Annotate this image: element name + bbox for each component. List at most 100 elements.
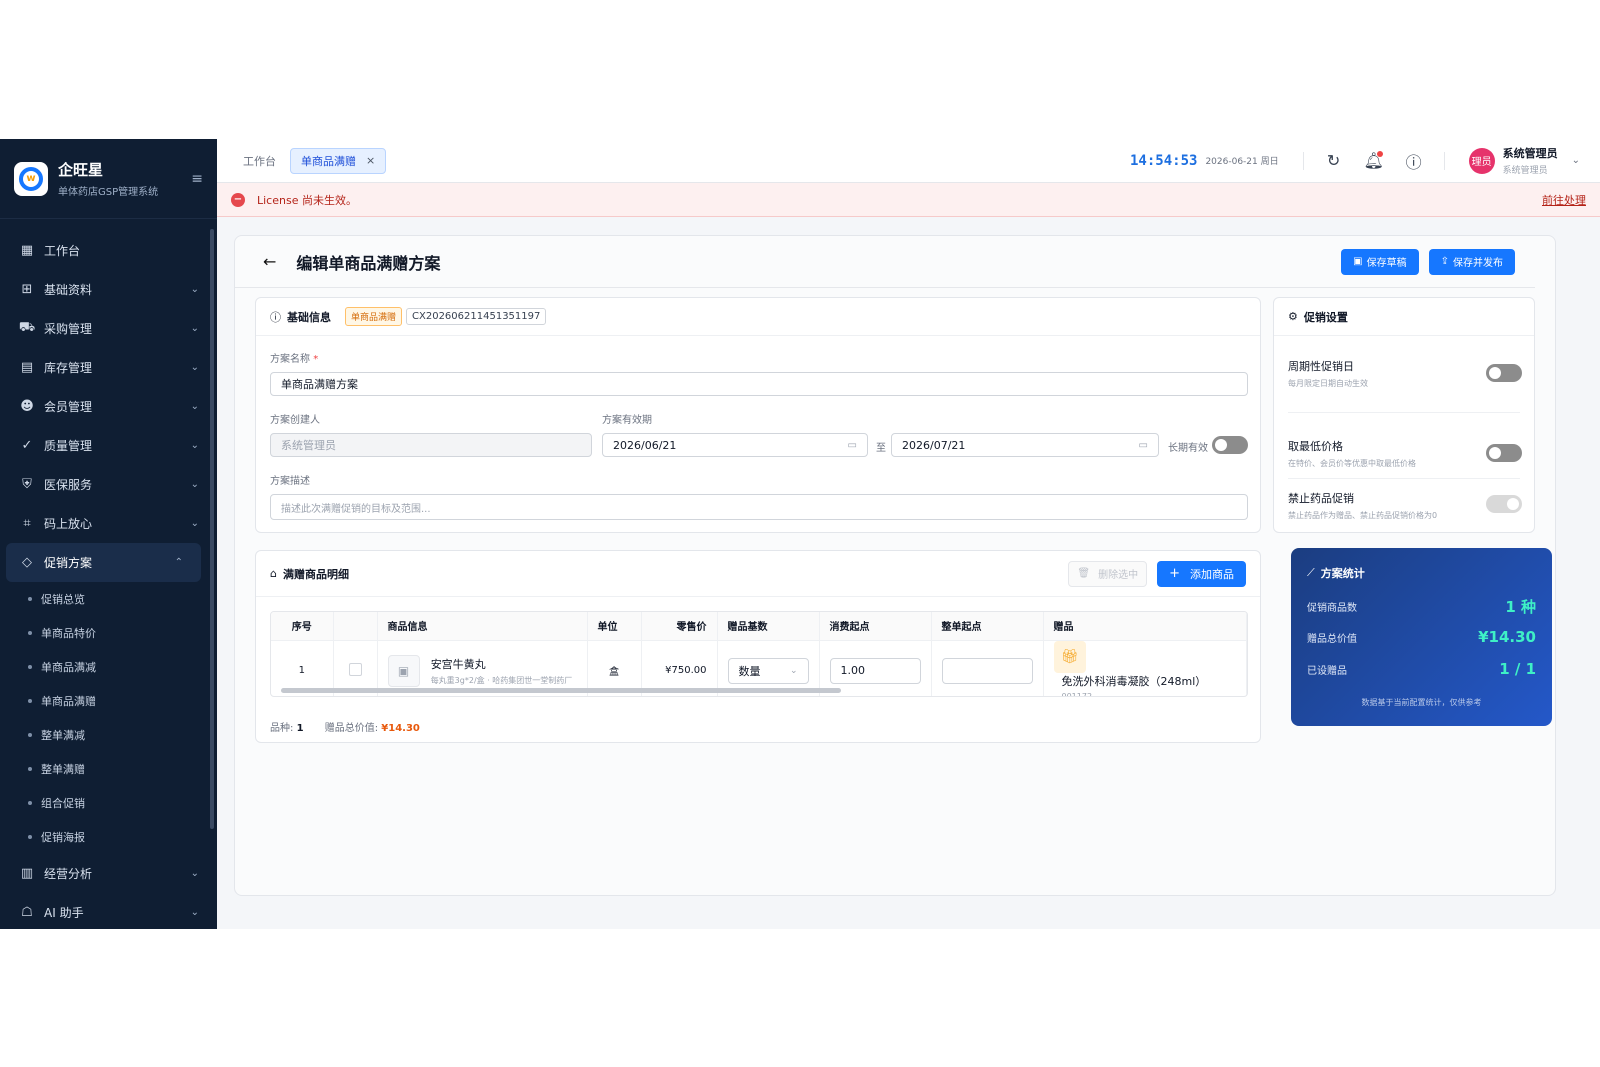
page-title: 编辑单商品满赠方案 xyxy=(296,253,441,273)
gift-icon: 🎁︎ xyxy=(1053,640,1086,673)
calendar-icon: ▭ xyxy=(1138,439,1148,451)
sidebar-subitem-single-discount[interactable]: 单商品满减 xyxy=(0,650,217,684)
calendar-icon: ▭ xyxy=(847,439,857,451)
table-horizontal-scrollbar[interactable] xyxy=(281,688,841,693)
sidebar-item-label: 促销方案 xyxy=(44,556,93,570)
sidebar-item-purchase[interactable]: ⛟ 采购管理 ⌄ xyxy=(0,309,217,348)
sidebar-subitem-order-gift[interactable]: 整单满赠 xyxy=(0,752,217,786)
items-table-wrapper: 序号 商品信息 单位 零售价 赠品基数 消费起点 整单起点 赠品 1 ▣ 安宫牛… xyxy=(270,611,1248,697)
sidebar-subitem-single-special[interactable]: 单商品特价 xyxy=(0,616,217,650)
product-name: 安宫牛黄丸 xyxy=(430,657,486,671)
basic-info-header: ⓘ 基础信息 单商品满赠 CX202606211451351197 xyxy=(256,298,1260,336)
sidebar-item-label: 库存管理 xyxy=(44,361,93,375)
add-product-button[interactable]: + 添加商品 xyxy=(1157,560,1246,587)
close-icon[interactable]: × xyxy=(366,154,375,167)
sidebar-subitem-poster[interactable]: 促销海报 xyxy=(0,820,217,854)
chevron-down-icon: ⌄ xyxy=(190,479,199,490)
chevron-down-icon: ⌄ xyxy=(789,665,798,676)
col-price: 零售价 xyxy=(641,612,718,641)
end-date-input[interactable]: 2026/07/21 ▭ xyxy=(891,433,1159,457)
sidebar-item-dashboard[interactable]: ▦ 工作台 xyxy=(0,231,217,270)
delete-selected-button: 🗑︎ 删除选中 xyxy=(1068,560,1148,587)
chevron-down-icon: ⌄ xyxy=(190,907,199,918)
stat-label: 已设赠品 xyxy=(1307,665,1347,677)
sidebar-item-insurance[interactable]: ⛨ 医保服务 ⌄ xyxy=(0,465,217,504)
stat-value: 1 / 1 xyxy=(1499,660,1536,678)
sidebar-subitem-overview[interactable]: 促销总览 xyxy=(0,582,217,616)
chevron-down-icon: ⌄ xyxy=(190,518,199,529)
settings-title: 促销设置 xyxy=(1303,310,1348,324)
stat-value: ¥14.30 xyxy=(1478,628,1536,646)
col-base: 赠品基数 xyxy=(717,612,820,641)
sidebar-scrollbar[interactable] xyxy=(210,229,214,829)
description-label: 方案描述 xyxy=(270,476,310,487)
col-threshold: 消费起点 xyxy=(819,612,932,641)
menu-collapse-icon[interactable]: ≡ xyxy=(191,171,203,187)
periodic-toggle[interactable] xyxy=(1486,364,1522,382)
gift-base-value: 数量 xyxy=(738,664,761,678)
trash-icon: 🗑︎ xyxy=(1077,568,1091,579)
chevron-down-icon[interactable]: ⌄ xyxy=(1572,155,1580,166)
sidebar-nav: ▦ 工作台 ⊞ 基础资料 ⌄ ⛟ 采购管理 ⌄ ▤ 库存管理 ⌄ ☻ 会员管理 xyxy=(0,219,217,932)
save-draft-button[interactable]: ▣ 保存草稿 xyxy=(1341,248,1419,275)
validity-label: 方案有效期 xyxy=(602,415,652,426)
plan-stats-card: ⟋ 方案统计 促销商品数 1 种 赠品总价值 ¥14.30 已设赠品 1 / 1… xyxy=(1291,548,1552,726)
tag-icon: ◇ xyxy=(22,555,32,570)
sidebar-subitem-combo[interactable]: 组合促销 xyxy=(0,786,217,820)
save-publish-button[interactable]: ⇪ 保存并发布 xyxy=(1428,248,1515,275)
start-date-input[interactable]: 2026/06/21 ▭ xyxy=(602,433,868,457)
chevron-down-icon: ⌄ xyxy=(190,440,199,451)
stat-label: 促销商品数 xyxy=(1307,603,1357,614)
chevron-down-icon: ⌄ xyxy=(190,401,199,412)
sidebar-item-trace-code[interactable]: ⌗ 码上放心 ⌄ xyxy=(0,504,217,543)
lowest-price-toggle[interactable] xyxy=(1486,444,1522,462)
tab-single-gift[interactable]: 单商品满赠 × xyxy=(290,147,387,174)
gift-base-select[interactable]: 数量 ⌄ xyxy=(727,657,809,684)
trend-icon: ⟋ xyxy=(1307,566,1315,579)
avatar[interactable]: 理员 xyxy=(1468,147,1495,174)
gift-name: 免洗外科消毒凝胶（248ml） xyxy=(1061,674,1207,688)
bell-icon[interactable]: 🔔︎ xyxy=(1362,149,1386,173)
setting-desc: 在特价、会员价等优惠中取最低价格 xyxy=(1288,459,1416,468)
gift-box-icon: ⌂ xyxy=(270,567,277,580)
sidebar-item-label: 经营分析 xyxy=(44,867,93,881)
refresh-icon[interactable]: ↻ xyxy=(1322,149,1346,173)
add-product-label: 添加商品 xyxy=(1190,567,1234,581)
items-title: 满赠商品明细 xyxy=(282,567,349,581)
setting-desc: 每月限定日期自动生效 xyxy=(1288,379,1368,388)
sidebar-item-members[interactable]: ☻ 会员管理 ⌄ xyxy=(0,387,217,426)
box-icon: ▤ xyxy=(20,360,34,375)
shield-icon: ⛨ xyxy=(22,477,32,492)
long-term-toggle[interactable] xyxy=(1212,436,1248,454)
table-header-row: 序号 商品信息 单位 零售价 赠品基数 消费起点 整单起点 赠品 xyxy=(271,612,1247,641)
col-order-threshold: 整单起点 xyxy=(931,612,1044,641)
gift-total-value: ¥14.30 xyxy=(381,723,420,734)
setting-desc: 禁止药品作为赠品、禁止药品促销价格为0 xyxy=(1288,511,1438,520)
description-textarea[interactable]: 描述此次满赠促销的目标及范围... xyxy=(270,494,1248,520)
order-threshold-input[interactable] xyxy=(941,657,1033,684)
sidebar-item-analytics[interactable]: ▥ 经营分析 ⌄ xyxy=(0,854,217,893)
sidebar-item-basic-data[interactable]: ⊞ 基础资料 ⌄ xyxy=(0,270,217,309)
sidebar-item-label: 采购管理 xyxy=(44,322,93,336)
sidebar-subitem-single-gift[interactable]: 单商品满赠 xyxy=(0,684,217,718)
sidebar-subitem-label: 组合促销 xyxy=(41,797,85,810)
sidebar-item-promotion[interactable]: ◇ 促销方案 ⌃ xyxy=(6,543,201,582)
check-circle-icon: ✓ xyxy=(21,438,33,453)
back-arrow-icon[interactable]: ← xyxy=(263,252,276,271)
sidebar-item-quality[interactable]: ✓ 质量管理 ⌄ xyxy=(0,426,217,465)
sidebar-item-ai[interactable]: ☖ AI 助手 ⌄ xyxy=(0,893,217,932)
user-name: 系统管理员 xyxy=(1502,147,1558,160)
sidebar-item-label: AI 助手 xyxy=(44,906,84,920)
plan-name-input[interactable]: 单商品满赠方案 xyxy=(270,372,1248,396)
save-icon: ▣ xyxy=(1353,256,1363,267)
user-info[interactable]: 系统管理员 系统管理员 xyxy=(1503,145,1558,176)
tab-dashboard[interactable]: 工作台 xyxy=(243,153,276,169)
row-checkbox[interactable] xyxy=(348,662,362,676)
license-action-link[interactable]: 前往处理 xyxy=(1542,192,1586,208)
sidebar-subitem-order-discount[interactable]: 整单满减 xyxy=(0,718,217,752)
help-icon[interactable]: ⓘ xyxy=(1402,149,1426,173)
sidebar-subitem-label: 单商品满减 xyxy=(41,661,96,674)
gift-total-label: 赠品总价值: xyxy=(324,723,379,734)
sidebar-item-inventory[interactable]: ▤ 库存管理 ⌄ xyxy=(0,348,217,387)
threshold-input[interactable]: 1.00 xyxy=(829,657,921,684)
